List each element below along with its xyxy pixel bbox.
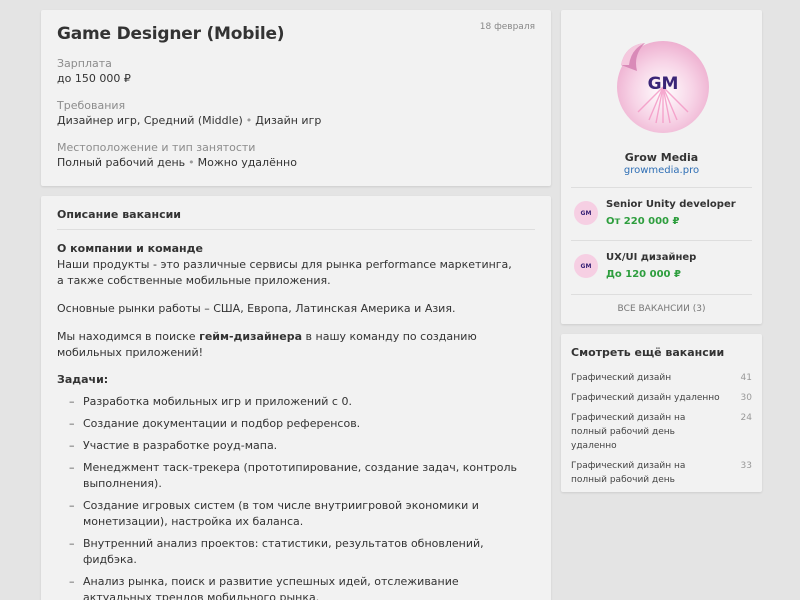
task-item: – Создание игровых систем (в том числе вн…: [57, 498, 527, 530]
vacancy-salary: До 120 000 ₽: [606, 269, 681, 280]
vacancy-title[interactable]: Senior Unity developer: [606, 199, 736, 210]
publish-date: 18 февраля: [479, 22, 535, 32]
dash-bullet: –: [69, 439, 75, 452]
requirements-label: Требования: [57, 99, 126, 112]
similar-item-count: 24: [740, 413, 752, 423]
task-text: Создание игровых систем (в том числе вну…: [83, 499, 479, 528]
remote-option: Можно удалённо: [197, 156, 297, 169]
similar-item[interactable]: Графический дизайн на полный рабочий ден…: [571, 411, 752, 453]
similar-item-label[interactable]: Графический дизайн на полный рабочий ден…: [571, 461, 685, 485]
requirements-value: Дизайнер игр, Средний (Middle) • Дизайн иг…: [57, 113, 535, 129]
task-text: Анализ рынка, поиск и развитие успешных …: [83, 575, 459, 600]
company-name[interactable]: Grow Media: [561, 151, 762, 164]
search-text-start: Мы находимся в поиске: [57, 330, 200, 343]
company-logo[interactable]: GM: [611, 35, 711, 135]
svg-text:GM: GM: [581, 210, 592, 217]
task-item: – Менеджмент таск-трекера (прототипирован…: [57, 460, 527, 492]
separator-dot: •: [188, 156, 195, 169]
dash-bullet: –: [69, 499, 75, 512]
svg-text:GM: GM: [581, 263, 592, 270]
location-label: Местоположение и тип занятости: [57, 141, 256, 154]
similar-item-count: 30: [740, 393, 752, 403]
dash-bullet: –: [69, 417, 75, 430]
job-header-card: Game Designer (Mobile) 18 февраля Зарпла…: [41, 10, 551, 186]
dash-bullet: –: [69, 461, 75, 474]
dash-bullet: –: [69, 395, 75, 408]
employment-type: Полный рабочий день: [57, 156, 186, 169]
company-logo-sticker-icon: GM: [617, 41, 709, 133]
task-item: – Участие в разработке роуд-мапа.: [57, 438, 527, 454]
similar-item-count: 41: [740, 373, 752, 383]
location-value: Полный рабочий день • Можно удалённо: [57, 155, 535, 171]
similar-vacancies-card: Смотреть ещё вакансии Графический дизайн…: [561, 334, 762, 492]
company-card: GM Grow Media growmedia.pro GM Senior Un…: [561, 10, 762, 324]
similar-item[interactable]: Графический дизайн удаленно 30: [571, 391, 752, 405]
similar-item-label[interactable]: Графический дизайн удаленно: [571, 393, 720, 403]
requirement-item[interactable]: Дизайн игр: [255, 114, 321, 127]
task-text: Разработка мобильных игр и приложений с …: [83, 395, 352, 408]
requirement-item[interactable]: Дизайнер игр, Средний (Middle): [57, 114, 243, 127]
similar-item-label[interactable]: Графический дизайн: [571, 373, 671, 383]
about-paragraph: Наши продукты - это различные сервисы дл…: [57, 258, 512, 287]
search-paragraph: Мы находимся в поиске гейм-дизайнера в н…: [57, 329, 522, 361]
task-item: – Разработка мобильных игр и приложений с…: [57, 394, 527, 410]
role-highlight: гейм-дизайнера: [199, 330, 303, 343]
similar-title: Смотреть ещё вакансии: [571, 346, 725, 359]
similar-item[interactable]: Графический дизайн на полный рабочий ден…: [571, 459, 752, 487]
separator-dot: •: [245, 114, 253, 127]
markets-paragraph: Основные рынки работы – США, Европа, Лат…: [57, 302, 456, 315]
task-text: Внутренний анализ проектов: статистики, …: [83, 537, 484, 566]
similar-item-label[interactable]: Графический дизайн на полный рабочий ден…: [571, 413, 685, 451]
task-item: – Создание документации и подбор референс…: [57, 416, 527, 432]
vacancy-title[interactable]: UX/UI дизайнер: [606, 252, 696, 263]
description-card: Описание вакансии О компании и команде Н…: [41, 196, 551, 600]
dash-bullet: –: [69, 575, 75, 588]
task-item: – Анализ рынка, поиск и развитие успешных…: [57, 574, 527, 600]
task-item: – Внутренний анализ проектов: статистики,…: [57, 536, 527, 568]
salary-value: до 150 000 ₽: [57, 72, 131, 85]
similar-item-count: 33: [740, 461, 752, 471]
similar-item[interactable]: Графический дизайн 41: [571, 371, 752, 385]
company-site-link[interactable]: growmedia.pro: [561, 165, 762, 176]
task-text: Менеджмент таск-трекера (прототипировани…: [83, 461, 517, 490]
all-vacancies-link[interactable]: ВСЕ ВАКАНСИИ (3): [571, 294, 752, 324]
company-logo-mini-icon: GM: [574, 254, 598, 278]
tasks-list: – Разработка мобильных игр и приложений с…: [57, 394, 535, 600]
company-vacancy-item[interactable]: GM Senior Unity developer От 220 000 ₽: [571, 187, 752, 240]
task-text: Создание документации и подбор референсо…: [83, 417, 361, 430]
tasks-heading: Задачи:: [57, 373, 109, 386]
task-text: Участие в разработке роуд-мапа.: [83, 439, 278, 452]
vacancy-salary: От 220 000 ₽: [606, 216, 680, 227]
dash-bullet: –: [69, 537, 75, 550]
company-vacancy-item[interactable]: GM UX/UI дизайнер До 120 000 ₽: [571, 240, 752, 293]
about-heading: О компании и команде: [57, 242, 203, 255]
logo-text: GM: [648, 74, 679, 94]
salary-label: Зарплата: [57, 57, 112, 70]
job-title: Game Designer (Mobile): [57, 24, 285, 44]
description-title: Описание вакансии: [57, 208, 535, 230]
company-logo-mini-icon: GM: [574, 201, 598, 225]
